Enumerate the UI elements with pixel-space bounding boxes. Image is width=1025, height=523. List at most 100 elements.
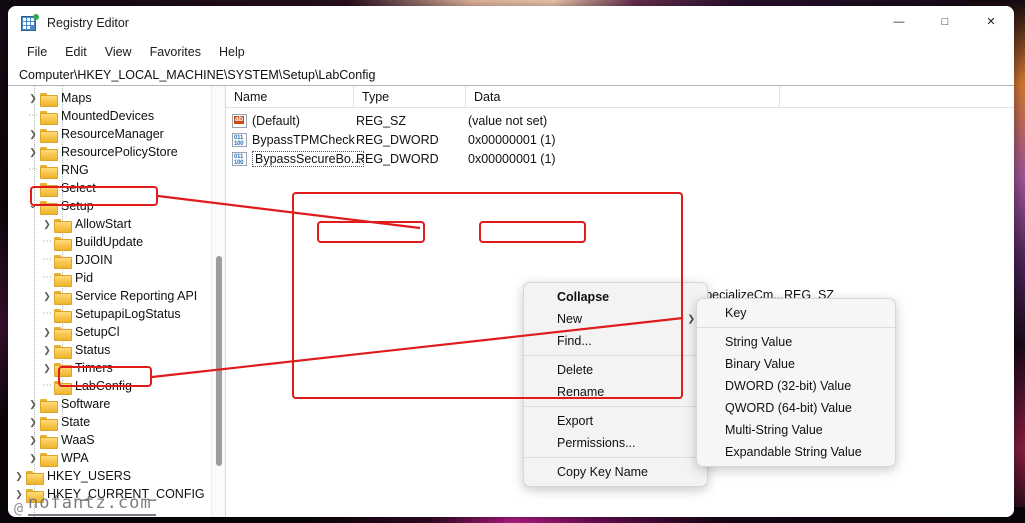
- tree-item-setupapilogstatus[interactable]: ⋯ SetupapiLogStatus: [8, 305, 211, 323]
- menu-file[interactable]: File: [18, 43, 56, 61]
- menu-help[interactable]: Help: [210, 43, 254, 61]
- close-button[interactable]: ✕: [968, 6, 1014, 39]
- context-menu-item-export[interactable]: Export: [524, 410, 707, 432]
- chevron-right-icon[interactable]: ❯: [40, 291, 54, 301]
- tree-item-label: SetupCl: [75, 324, 120, 339]
- maximize-button[interactable]: □: [922, 6, 968, 39]
- address-bar[interactable]: Computer\HKEY_LOCAL_MACHINE\SYSTEM\Setup…: [8, 64, 1014, 86]
- values-column-name[interactable]: Name: [226, 86, 354, 108]
- chevron-right-icon[interactable]: ❯: [40, 327, 54, 337]
- tree-item-buildupdate[interactable]: ⋯ BuildUpdate: [8, 233, 211, 251]
- folder-icon: [40, 398, 58, 413]
- tree-item-status[interactable]: ❯ Status: [8, 341, 211, 359]
- submenu-item-qword-64-bit-value[interactable]: QWORD (64-bit) Value: [697, 397, 895, 419]
- context-menu-item-label: Rename: [557, 385, 605, 399]
- chevron-right-icon[interactable]: ❯: [40, 345, 54, 355]
- menu-separator: [524, 355, 707, 356]
- chevron-down-icon[interactable]: ⌄: [26, 201, 40, 211]
- chevron-right-icon[interactable]: ❯: [26, 435, 40, 445]
- string-value-icon: ab: [232, 113, 247, 128]
- tree-item-setupcl[interactable]: ❯ SetupCl: [8, 323, 211, 341]
- chevron-right-icon[interactable]: ❯: [40, 219, 54, 229]
- tree-item-label: ResourceManager: [61, 126, 164, 141]
- submenu-item-dword-32-bit-value[interactable]: DWORD (32-bit) Value: [697, 375, 895, 397]
- context-menu-item-new[interactable]: New ❯: [524, 308, 707, 330]
- tree-item-resourcemanager[interactable]: ❯ ResourceManager: [8, 125, 211, 143]
- value-row[interactable]: 011 100 BypassTPMCheck REG_DWORD 0x00000001 …: [226, 130, 1014, 149]
- tree-item-rng[interactable]: ⋯ RNG: [8, 161, 211, 179]
- chevron-right-icon[interactable]: ❯: [26, 93, 40, 103]
- tree-item-label: Service Reporting API: [75, 288, 198, 303]
- chevron-right-icon[interactable]: ❯: [26, 399, 40, 409]
- menu-favorites[interactable]: Favorites: [141, 43, 210, 61]
- tree-scrollbar-thumb[interactable]: [216, 256, 222, 466]
- chevron-right-icon[interactable]: ❯: [26, 453, 40, 463]
- value-row[interactable]: ab (Default) REG_SZ (value not set): [226, 111, 1014, 130]
- tree-connector: ⋯: [42, 272, 52, 283]
- folder-icon: [40, 200, 58, 215]
- chevron-right-icon[interactable]: ❯: [12, 471, 26, 481]
- context-menu-item-collapse[interactable]: Collapse: [524, 286, 707, 308]
- tree-item-hkey-users[interactable]: ❯ HKEY_USERS: [8, 467, 211, 485]
- folder-icon: [40, 182, 58, 197]
- folder-icon: [54, 308, 72, 323]
- tree-item-label: Setup: [61, 198, 94, 213]
- context-menu-item-rename[interactable]: Rename: [524, 381, 707, 403]
- tree-connector: ⋯: [42, 254, 52, 265]
- context-menu: Collapse New ❯ Find... Delete Rename Export Per…: [523, 282, 708, 487]
- submenu-item-expandable-string-value[interactable]: Expandable String Value: [697, 441, 895, 463]
- values-column-data[interactable]: Data: [466, 86, 780, 108]
- tree-item-state[interactable]: ❯ State: [8, 413, 211, 431]
- submenu-item-key[interactable]: Key: [697, 302, 895, 324]
- tree-connector: ⋯: [28, 182, 38, 193]
- tree-item-service-reporting-api[interactable]: ❯ Service Reporting API: [8, 287, 211, 305]
- context-menu-item-label: Find...: [557, 334, 592, 348]
- tree-item-label: State: [61, 414, 91, 429]
- minimize-button[interactable]: —: [876, 6, 922, 39]
- value-row[interactable]: 011 100 BypassSecureBo... REG_DWORD 0x000000…: [226, 149, 1014, 168]
- chevron-right-icon[interactable]: ❯: [26, 147, 40, 157]
- tree-item-timers[interactable]: ❯ Timers: [8, 359, 211, 377]
- tree-item-software[interactable]: ❯ Software: [8, 395, 211, 413]
- folder-icon: [40, 164, 58, 179]
- submenu-item-multi-string-value[interactable]: Multi-String Value: [697, 419, 895, 441]
- registry-values-pane: Name Type Data ab (Default) REG_SZ (value not…: [226, 86, 1014, 517]
- tree-item-select[interactable]: ⋯ Select: [8, 179, 211, 197]
- tree-item-resourcepolicystore[interactable]: ❯ ResourcePolicyStore: [8, 143, 211, 161]
- new-submenu: Key String Value Binary Value DWORD (32-bit…: [696, 298, 896, 467]
- tree-item-wpa[interactable]: ❯ WPA: [8, 449, 211, 467]
- chevron-right-icon[interactable]: ❯: [26, 129, 40, 139]
- values-column-type[interactable]: Type: [354, 86, 466, 108]
- tree-item-hkey-current-config[interactable]: ❯ HKEY_CURRENT_CONFIG: [8, 485, 211, 503]
- tree-item-waas[interactable]: ❯ WaaS: [8, 431, 211, 449]
- context-menu-item-delete[interactable]: Delete: [524, 359, 707, 381]
- submenu-item-string-value[interactable]: String Value: [697, 331, 895, 353]
- context-menu-item-copy-key-name[interactable]: Copy Key Name: [524, 461, 707, 483]
- tree-item-label: DJOIN: [75, 252, 113, 267]
- tree-item-allowstart[interactable]: ❯ AllowStart: [8, 215, 211, 233]
- chevron-right-icon[interactable]: ❯: [12, 489, 26, 499]
- context-menu-item-find[interactable]: Find...: [524, 330, 707, 352]
- context-menu-item-permissions[interactable]: Permissions...: [524, 432, 707, 454]
- chevron-right-icon[interactable]: ❯: [40, 363, 54, 373]
- chevron-right-icon[interactable]: ❯: [26, 417, 40, 427]
- menu-edit[interactable]: Edit: [56, 43, 96, 61]
- context-menu-item-label: Export: [557, 414, 594, 428]
- tree-item-djoin[interactable]: ⋯ DJOIN: [8, 251, 211, 269]
- window-controls: — □ ✕: [876, 6, 1014, 39]
- tree-item-label: Status: [75, 342, 111, 357]
- value-type-cell: REG_DWORD: [356, 132, 439, 147]
- tree-item-mounteddevices[interactable]: ⋯ MountedDevices: [8, 107, 211, 125]
- tree-item-labconfig[interactable]: ⋯ LabConfig: [8, 377, 211, 395]
- tree-vertical-scrollbar[interactable]: [211, 86, 225, 517]
- tree-item-maps[interactable]: ❯ Maps: [8, 89, 211, 107]
- tree-item-pid[interactable]: ⋯ Pid: [8, 269, 211, 287]
- submenu-item-binary-value[interactable]: Binary Value: [697, 353, 895, 375]
- title-bar: Registry Editor — □ ✕: [8, 6, 1014, 39]
- registry-editor-window: Registry Editor — □ ✕ File Edit View Favori…: [8, 6, 1014, 517]
- folder-icon: [54, 326, 72, 341]
- context-menu-item-label: Permissions...: [557, 436, 636, 450]
- menu-view[interactable]: View: [96, 43, 141, 61]
- tree-item-setup[interactable]: ⌄ Setup: [8, 197, 211, 215]
- chevron-right-icon: ❯: [687, 313, 695, 324]
